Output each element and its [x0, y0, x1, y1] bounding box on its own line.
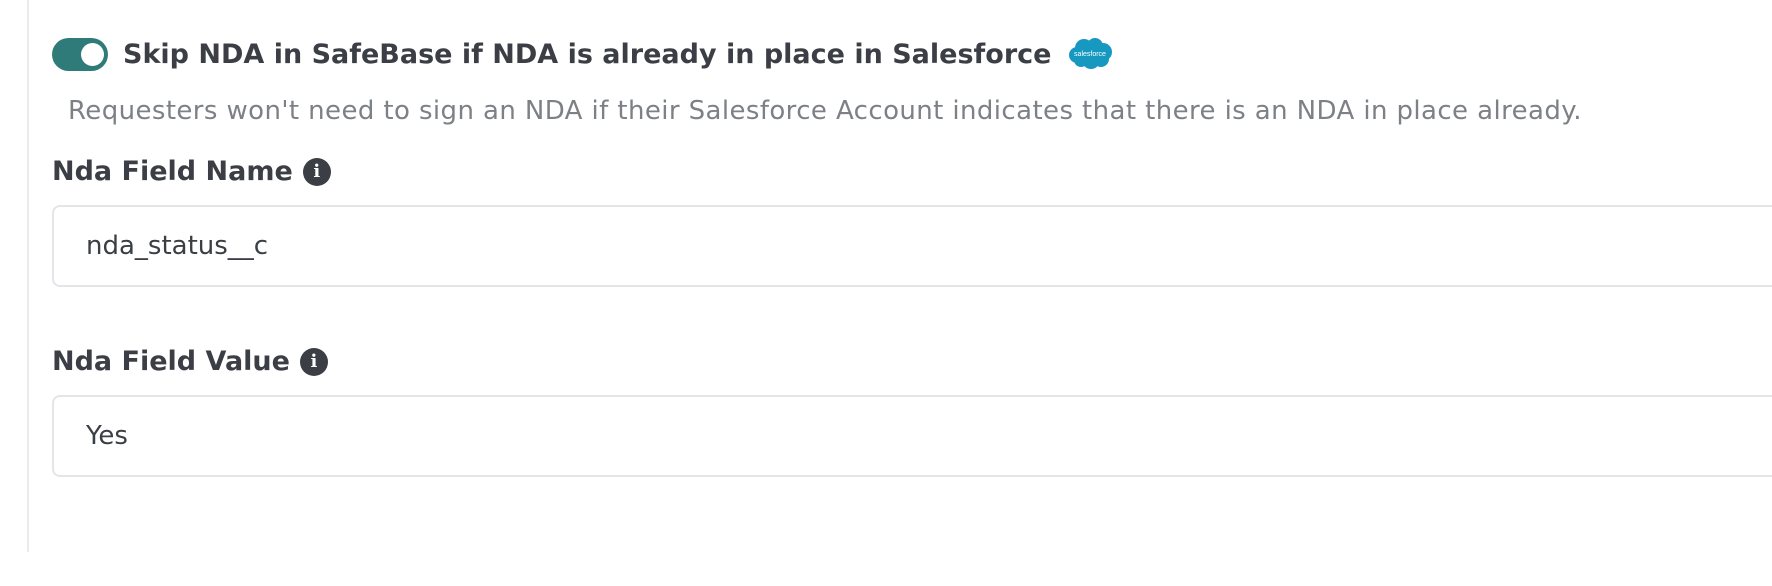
nda-field-value-label: Nda Field Value i [52, 346, 328, 377]
nda-field-name-input[interactable] [52, 205, 1772, 287]
nda-field-value-input[interactable] [52, 395, 1772, 477]
toggle-knob [81, 42, 104, 66]
skip-nda-description: Requesters won't need to sign an NDA if … [68, 96, 1582, 126]
skip-nda-toggle-label: Skip NDA in SafeBase if NDA is already i… [123, 38, 1052, 70]
panel-left-border [27, 0, 29, 552]
nda-settings-panel: Skip NDA in SafeBase if NDA is already i… [0, 0, 1772, 586]
info-icon[interactable]: i [299, 347, 328, 376]
nda-field-name-label: Nda Field Name i [52, 156, 331, 187]
salesforce-logo-icon: salesforce [1069, 38, 1113, 69]
skip-nda-toggle-row: Skip NDA in SafeBase if NDA is already i… [52, 34, 1113, 74]
skip-nda-toggle[interactable] [52, 37, 108, 71]
info-icon[interactable]: i [302, 157, 331, 186]
nda-field-name-label-text: Nda Field Name [52, 156, 293, 187]
svg-text:salesforce: salesforce [1075, 51, 1107, 58]
nda-field-value-label-text: Nda Field Value [52, 346, 290, 377]
